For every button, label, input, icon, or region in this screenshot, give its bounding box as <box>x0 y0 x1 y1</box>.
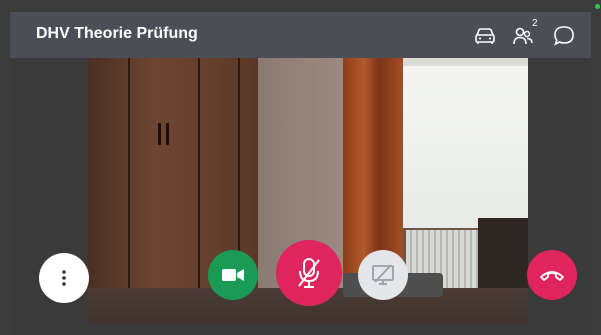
phone-hangup-icon <box>540 271 564 281</box>
more-options-button[interactable] <box>39 253 89 303</box>
wardrobe-handle <box>158 123 161 145</box>
hang-up-button[interactable] <box>527 250 577 300</box>
screen-share-button[interactable] <box>358 250 408 300</box>
microphone-toggle-button[interactable] <box>276 240 342 306</box>
screen-share-off-icon <box>372 264 394 285</box>
video-call-window: DHV Theorie Prüfung 2 <box>0 0 601 335</box>
chat-bubble-icon[interactable] <box>551 23 577 49</box>
top-bar: DHV Theorie Prüfung 2 <box>10 12 591 58</box>
online-status-dot <box>595 4 600 9</box>
wardrobe-handle <box>166 123 169 145</box>
more-vertical-icon <box>62 270 66 286</box>
microphone-off-icon <box>298 258 320 288</box>
window <box>388 58 528 228</box>
video-bottom-strip <box>10 323 591 335</box>
car-icon[interactable] <box>472 23 498 49</box>
remote-video-feed <box>10 58 591 335</box>
video-camera-icon <box>222 269 244 281</box>
camera-toggle-button[interactable] <box>208 250 258 300</box>
wardrobe-seam <box>128 58 130 288</box>
wardrobe-seam <box>198 58 200 288</box>
participants-count-badge: 2 <box>532 18 538 29</box>
meeting-title: DHV Theorie Prüfung <box>36 25 198 42</box>
window-frame <box>388 58 528 66</box>
